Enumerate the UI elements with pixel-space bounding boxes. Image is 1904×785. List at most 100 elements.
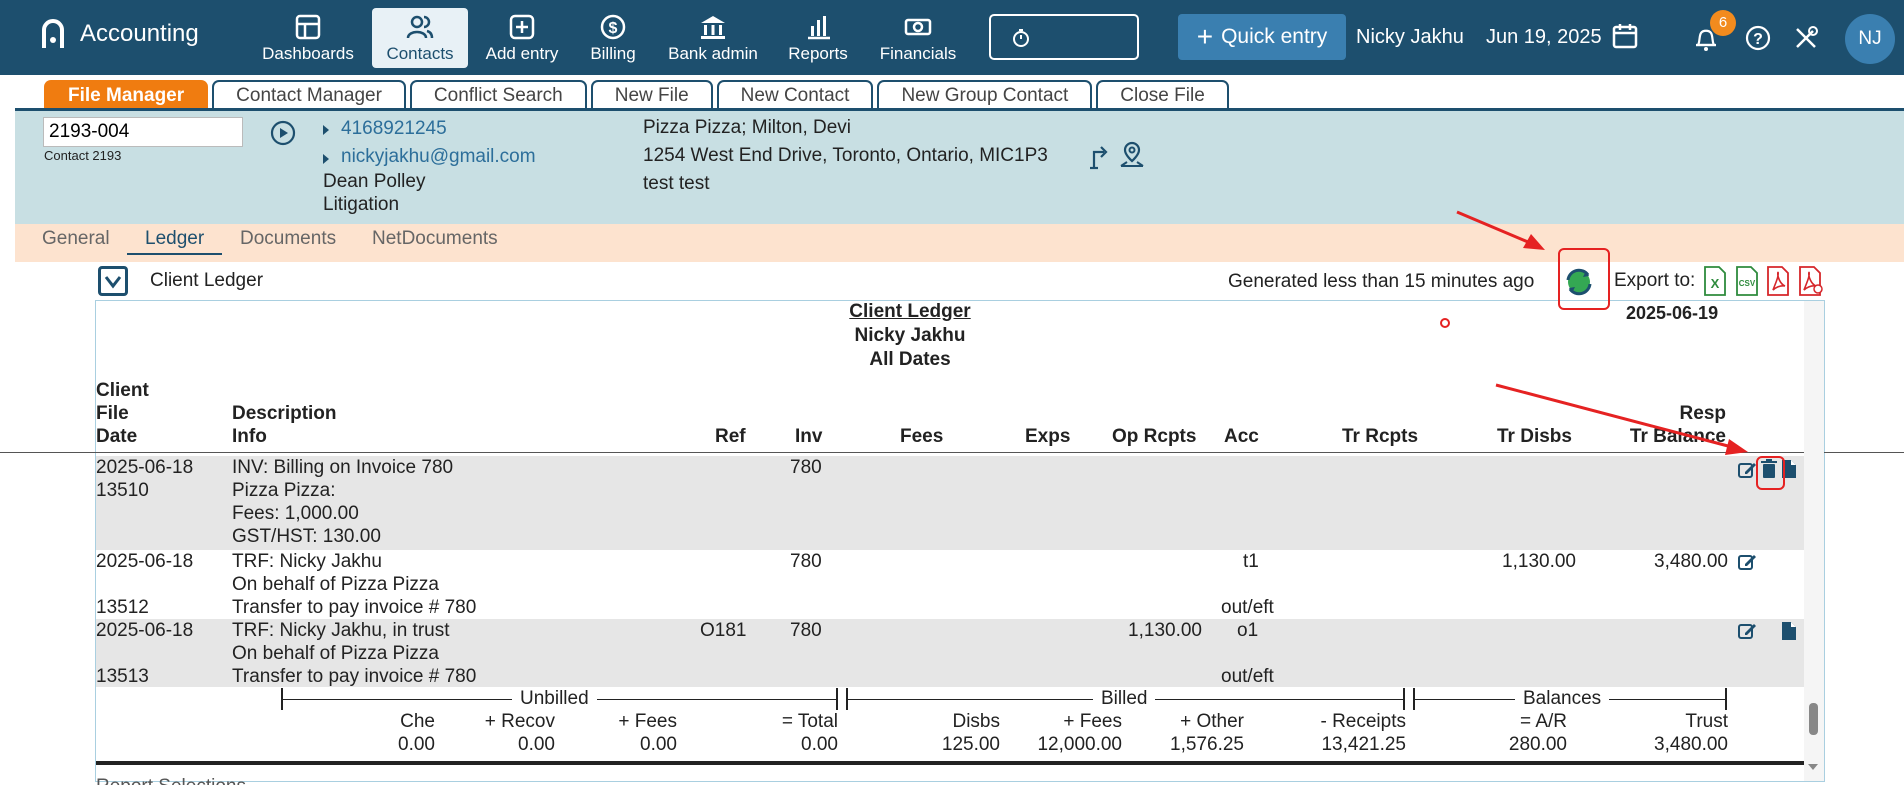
row-acc: t1 bbox=[1243, 551, 1259, 572]
row-acc-method: out/eft bbox=[1221, 597, 1274, 618]
chevron-down-icon bbox=[104, 276, 122, 289]
row-desc-line: Fees: 1,000.00 bbox=[232, 503, 359, 524]
bar-chart-icon bbox=[808, 16, 830, 40]
row-date: 2025-06-18 bbox=[96, 457, 194, 478]
header-info: Info bbox=[232, 426, 267, 447]
file-number-input[interactable] bbox=[43, 117, 243, 147]
current-user-name[interactable]: Nicky Jakhu bbox=[1356, 26, 1464, 49]
summary-value: 0.00 bbox=[801, 734, 838, 755]
ledger-section-title: Client Ledger bbox=[150, 270, 264, 291]
edit-icon[interactable] bbox=[1737, 621, 1757, 641]
nav-dashboards[interactable]: Dashboards bbox=[258, 8, 358, 68]
plus-icon: + bbox=[1196, 21, 1214, 52]
collapse-toggle[interactable] bbox=[98, 266, 128, 296]
report-title: Client Ledger bbox=[849, 301, 971, 322]
scrollbar-thumb[interactable] bbox=[1809, 703, 1818, 735]
dollar-icon: $ bbox=[600, 14, 626, 40]
tab-file-manager[interactable]: File Manager bbox=[44, 80, 209, 110]
report-end-rule bbox=[96, 761, 1804, 765]
tab-new-contact[interactable]: New Contact bbox=[716, 80, 874, 110]
summary-label: + Other bbox=[1180, 711, 1244, 732]
row-desc-line: Pizza Pizza: bbox=[232, 480, 336, 501]
file-header-panel bbox=[15, 111, 1904, 224]
tab-new-file[interactable]: New File bbox=[590, 80, 713, 110]
row-desc-line: GST/HST: 130.00 bbox=[232, 526, 381, 547]
user-avatar[interactable]: NJ bbox=[1845, 14, 1895, 64]
play-icon[interactable] bbox=[270, 120, 296, 146]
export-label: Export to: bbox=[1614, 270, 1696, 291]
subtab-netdocuments[interactable]: NetDocuments bbox=[372, 228, 498, 250]
scroll-down-icon[interactable] bbox=[1806, 762, 1820, 772]
contact-phone-link[interactable]: 4168921245 bbox=[341, 118, 447, 140]
summary-label: + Fees bbox=[618, 711, 677, 732]
nav-financials[interactable]: Financials bbox=[876, 8, 960, 68]
tools-icon[interactable] bbox=[1792, 24, 1820, 52]
header-file: File bbox=[96, 403, 129, 424]
quick-entry-button[interactable]: + Quick entry bbox=[1178, 14, 1346, 60]
row-desc-line: Transfer to pay invoice # 780 bbox=[232, 597, 477, 618]
directions-icon[interactable] bbox=[1086, 140, 1112, 170]
tab-contact-manager[interactable]: Contact Manager bbox=[212, 80, 406, 110]
pdf-alt-icon[interactable] bbox=[1798, 266, 1824, 296]
nav-add-entry[interactable]: Add entry bbox=[478, 8, 566, 68]
document-icon[interactable] bbox=[1781, 621, 1797, 641]
excel-icon[interactable]: X bbox=[1703, 266, 1727, 296]
report-client: Nicky Jakhu bbox=[854, 325, 966, 346]
nav-billing[interactable]: $ Billing bbox=[582, 8, 644, 68]
summary-value: 0.00 bbox=[398, 734, 435, 755]
svg-text:CSV: CSV bbox=[1739, 279, 1756, 288]
current-date[interactable]: Jun 19, 2025 bbox=[1486, 26, 1602, 49]
nav-label: Contacts bbox=[386, 44, 454, 63]
tab-close-file[interactable]: Close File bbox=[1096, 80, 1229, 110]
subtab-ledger[interactable]: Ledger bbox=[127, 228, 223, 255]
header-tr-rcpts: Tr Rcpts bbox=[1342, 426, 1419, 447]
add-entry-icon bbox=[509, 14, 535, 40]
row-desc-line: TRF: Nicky Jakhu bbox=[232, 551, 382, 572]
nav-bank-admin[interactable]: Bank admin bbox=[664, 8, 762, 68]
tab-new-group-contact[interactable]: New Group Contact bbox=[877, 80, 1093, 110]
svg-text:X: X bbox=[1711, 276, 1720, 291]
header-description: Description bbox=[232, 403, 337, 424]
summary-label: + Fees bbox=[1063, 711, 1122, 732]
row-op-rcpts: 1,130.00 bbox=[1128, 620, 1202, 641]
rule-tick bbox=[1403, 688, 1405, 710]
pdf-icon[interactable] bbox=[1766, 266, 1790, 296]
timer-widget[interactable] bbox=[989, 14, 1139, 60]
row-tr-balance: 3,480.00 bbox=[1654, 551, 1728, 572]
highlight-refresh bbox=[1558, 248, 1610, 310]
subtab-general[interactable]: General bbox=[42, 228, 110, 250]
rule-tick bbox=[1725, 688, 1727, 710]
row-inv: 780 bbox=[790, 620, 822, 641]
rule-tick bbox=[1413, 688, 1415, 710]
click-marker bbox=[1440, 318, 1450, 328]
nav-label: Financials bbox=[879, 44, 957, 63]
contact-email-link[interactable]: nickyjakhu@gmail.com bbox=[341, 146, 536, 168]
summary-group-unbilled: Unbilled bbox=[512, 688, 597, 710]
nav-label: Reports bbox=[788, 44, 848, 63]
header-ref: Ref bbox=[715, 426, 746, 447]
edit-icon[interactable] bbox=[1737, 460, 1757, 480]
row-ref: O181 bbox=[700, 620, 747, 641]
calendar-icon[interactable] bbox=[1612, 22, 1638, 50]
app-brand[interactable]: Accounting bbox=[40, 18, 199, 50]
help-icon[interactable]: ? bbox=[1744, 24, 1772, 52]
header-inv: Inv bbox=[795, 426, 823, 447]
divider-line bbox=[0, 452, 1904, 453]
summary-label: Trust bbox=[1685, 711, 1728, 732]
subtab-documents[interactable]: Documents bbox=[240, 228, 336, 250]
rule-tick bbox=[836, 688, 838, 710]
report-selections-heading: Report Selections bbox=[96, 776, 246, 785]
nav-contacts[interactable]: Contacts bbox=[372, 8, 468, 68]
nav-reports[interactable]: Reports bbox=[782, 8, 854, 68]
quick-entry-label: Quick entry bbox=[1221, 25, 1328, 48]
row-tr-disbs: 1,130.00 bbox=[1502, 551, 1576, 572]
nav-label: Dashboards bbox=[262, 44, 354, 63]
row-id: 13510 bbox=[96, 480, 149, 501]
tab-conflict-search[interactable]: Conflict Search bbox=[409, 80, 587, 110]
csv-icon[interactable]: CSV bbox=[1735, 266, 1759, 296]
header-resp: Resp bbox=[1679, 403, 1726, 424]
edit-icon[interactable] bbox=[1737, 552, 1757, 572]
app-name: Accounting bbox=[80, 20, 199, 47]
highlight-delete bbox=[1756, 456, 1785, 490]
map-pin-icon[interactable] bbox=[1117, 140, 1147, 170]
